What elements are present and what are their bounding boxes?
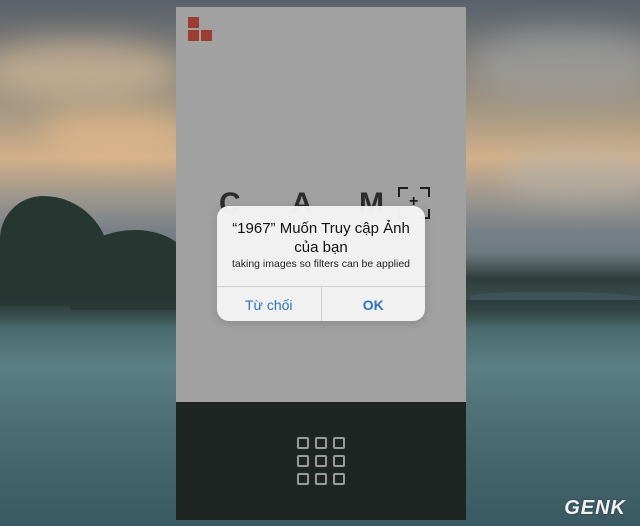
alert-actions: Từ chối OK: [217, 286, 425, 321]
bottom-toolbar: [176, 402, 466, 520]
alert-message: taking images so filters can be applied: [231, 258, 411, 270]
alert-title: “1967” Muốn Truy cập Ảnh của bạn: [232, 220, 410, 256]
app-logo-icon: [188, 17, 214, 43]
grid-gallery-icon[interactable]: [297, 437, 345, 485]
deny-button[interactable]: Từ chối: [217, 287, 321, 321]
photo-permission-alert: “1967” Muốn Truy cập Ảnh của bạn taking …: [217, 206, 425, 321]
genk-watermark-logo: GENK: [564, 497, 626, 519]
ok-button[interactable]: OK: [320, 287, 426, 321]
